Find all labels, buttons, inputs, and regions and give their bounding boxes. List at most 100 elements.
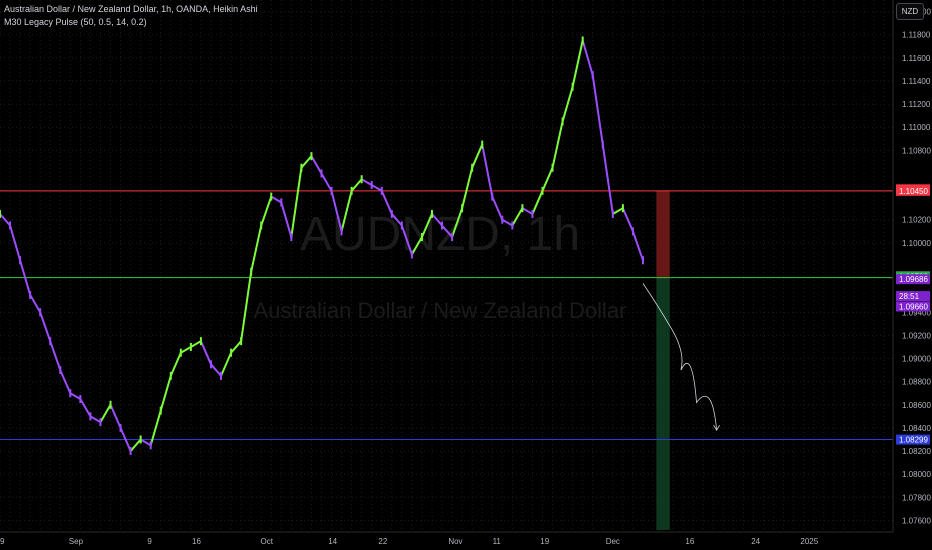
candle-mark: [491, 192, 494, 201]
legend-title: Australian Dollar / New Zealand Dollar, …: [4, 4, 258, 14]
candle-mark: [9, 221, 12, 230]
candle-mark: [521, 204, 524, 213]
y-tick-label: 1.08000: [902, 470, 931, 479]
candle-mark: [290, 233, 293, 242]
y-tick-label: 1.08600: [902, 401, 931, 410]
x-tick-label: Sep: [69, 537, 84, 546]
y-tick-label: 1.09000: [902, 355, 931, 364]
candle-mark: [260, 221, 263, 230]
watermark-name: Australian Dollar / New Zealand Dollar: [254, 298, 627, 323]
x-tick-label: 19: [540, 537, 549, 546]
price-chart[interactable]: AUDNZD, 1h Australian Dollar / New Zeala…: [0, 0, 932, 550]
currency-badge[interactable]: NZD: [896, 3, 924, 20]
legend-indicator[interactable]: M30 Legacy Pulse (50, 0.5, 14, 0.2): [4, 16, 258, 29]
y-tick-label: 1.11200: [902, 100, 931, 109]
candle-mark: [430, 209, 433, 218]
x-tick-label: 2025: [800, 537, 818, 546]
candle-mark: [189, 342, 192, 351]
candle-mark: [380, 186, 383, 195]
x-tick-label: 16: [685, 537, 694, 546]
candle-mark: [330, 186, 333, 195]
stop-loss-box: [656, 190, 670, 278]
candle-mark: [29, 290, 32, 299]
candle-mark: [320, 169, 323, 178]
y-tick-label: 1.10800: [902, 146, 931, 155]
x-tick-label: 16: [192, 537, 201, 546]
candle-mark: [481, 140, 484, 149]
y-tick-label: 1.08800: [902, 378, 931, 387]
candle-mark: [159, 406, 162, 415]
x-tick-label: 24: [751, 537, 760, 546]
x-tick-label: 19: [0, 537, 5, 546]
candle-mark: [59, 366, 62, 375]
x-tick-label: 22: [378, 537, 387, 546]
price-label-text: 1.08299: [899, 436, 928, 445]
candle-mark: [541, 186, 544, 195]
candle-mark: [350, 186, 353, 195]
chart-background: [0, 0, 932, 550]
candle-mark: [471, 163, 474, 172]
y-tick-label: 1.11800: [902, 31, 931, 40]
candle-mark: [420, 233, 423, 242]
candle-mark: [410, 250, 413, 259]
candle-mark: [270, 192, 273, 201]
candle-mark: [461, 204, 464, 213]
y-tick-label: 1.10000: [902, 239, 931, 248]
y-tick-label: 1.07600: [902, 516, 931, 525]
candle-mark: [451, 233, 454, 242]
candle-mark: [601, 140, 604, 149]
candle-mark: [370, 181, 373, 190]
y-tick-label: 1.11000: [902, 123, 931, 132]
candle-mark: [631, 227, 634, 236]
candle-mark: [119, 423, 122, 432]
y-tick-label: 1.08400: [902, 424, 931, 433]
price-label-text: 28:51: [899, 292, 920, 301]
candle-mark: [441, 221, 444, 230]
x-tick-label: 11: [493, 537, 502, 546]
candle-mark: [230, 348, 233, 357]
candle-mark: [501, 215, 504, 224]
x-tick-label: Oct: [261, 537, 274, 546]
candle-mark: [300, 163, 303, 172]
candle-mark: [240, 337, 243, 346]
candle-mark: [19, 256, 22, 265]
candle-mark: [99, 418, 102, 427]
y-tick-label: 1.08200: [902, 447, 931, 456]
candle-mark: [621, 204, 624, 213]
position-boxes: [656, 190, 670, 530]
candle-mark: [49, 337, 52, 346]
candle-mark: [360, 175, 363, 184]
y-tick-label: 1.11600: [902, 54, 931, 63]
candle-mark: [79, 395, 82, 403]
x-tick-label: 14: [328, 537, 337, 546]
y-tick-label: 1.07800: [902, 493, 931, 502]
candle-mark: [390, 209, 393, 218]
candle-mark: [109, 400, 112, 409]
y-tick-label: 1.11400: [902, 77, 931, 86]
price-label-text: 1.09660: [899, 302, 928, 311]
candle-mark: [69, 389, 72, 398]
candle-mark: [400, 221, 403, 230]
candle-mark: [280, 198, 283, 207]
candle-mark: [0, 209, 1, 218]
chart-legend: Australian Dollar / New Zealand Dollar, …: [4, 3, 258, 29]
price-label-text: 1.09686: [899, 275, 928, 284]
candle-mark: [551, 163, 554, 172]
candle-mark: [310, 152, 313, 161]
candle-mark: [571, 82, 574, 91]
candle-mark: [561, 117, 564, 126]
candle-mark: [220, 371, 223, 380]
candle-mark: [641, 256, 644, 265]
candle-mark: [149, 441, 152, 450]
y-tick-label: 1.10200: [902, 216, 931, 225]
candle-mark: [209, 360, 212, 369]
candle-mark: [129, 447, 132, 456]
y-tick-label: 1.09200: [902, 331, 931, 340]
x-tick-label: Dec: [606, 537, 620, 546]
candle-mark: [39, 308, 42, 317]
candle-mark: [250, 267, 253, 276]
candle-mark: [531, 209, 534, 218]
x-tick-label: 9: [147, 537, 152, 546]
take-profit-box: [656, 277, 670, 530]
candle-mark: [611, 209, 614, 218]
